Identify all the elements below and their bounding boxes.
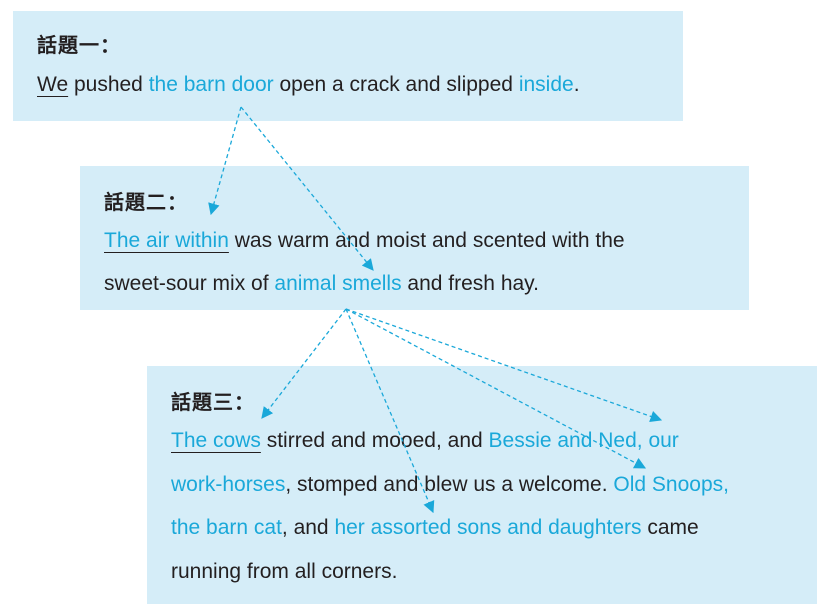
topic-3-line-2: work-horses, stomped and blew us a welco… — [171, 473, 729, 497]
sentence-text: running from all corners. — [171, 560, 398, 583]
sentence-text: was warm and moist and scented with the — [228, 229, 625, 252]
topic-2-box: 話題二： The air within was warm and moist a… — [80, 166, 749, 310]
phrase-the-barn-cat: the barn cat — [171, 516, 282, 539]
topic-2-label: 話題二： — [104, 190, 188, 214]
topic-2-line-2: sweet-sour mix of animal smells and fres… — [104, 272, 539, 296]
topic-3-line-3: the barn cat, and her assorted sons and … — [171, 516, 699, 540]
phrase-bessie-and-ned: Bessie and Ned, our — [488, 429, 679, 452]
sentence-text: open a crack and slipped — [273, 73, 519, 96]
phrase-inside: inside — [518, 73, 574, 96]
sentence-text: and fresh hay. — [401, 272, 539, 295]
topic-1-box: 話題一： We pushed the barn door open a crac… — [13, 11, 683, 121]
sentence-text: came — [641, 516, 699, 539]
topic-2-subject: The air within — [104, 229, 229, 252]
topic-1-line-1: We pushed the barn door open a crack and… — [37, 73, 580, 97]
topic-1-subject: We — [37, 73, 69, 96]
topic-3-subject: The cows — [171, 429, 261, 452]
sentence-text: stirred and mooed, and — [260, 429, 489, 452]
sentence-text: , and — [281, 516, 335, 539]
topic-1-label: 話題一： — [37, 33, 121, 57]
topic-3-line-4: running from all corners. — [171, 560, 397, 584]
topic-2-line-1: The air within was warm and moist and sc… — [104, 229, 625, 253]
sentence-text: pushed — [68, 73, 149, 96]
topic-3-line-1: The cows stirred and mooed, and Bessie a… — [171, 429, 679, 453]
phrase-old-snoops: Old Snoops, — [613, 473, 729, 496]
sentence-text: , stomped and blew us a welcome. — [285, 473, 614, 496]
topic-3-label: 話題三： — [171, 390, 255, 414]
sentence-text: sweet-sour mix of — [104, 272, 275, 295]
phrase-the-barn-door: the barn door — [148, 73, 274, 96]
topic-3-box: 話題三： The cows stirred and mooed, and Bes… — [147, 366, 817, 604]
phrase-work-horses: work-horses — [171, 473, 286, 496]
phrase-sons-and-daughters: her assorted sons and daughters — [334, 516, 642, 539]
phrase-animal-smells: animal smells — [274, 272, 402, 295]
sentence-text: . — [573, 73, 580, 96]
